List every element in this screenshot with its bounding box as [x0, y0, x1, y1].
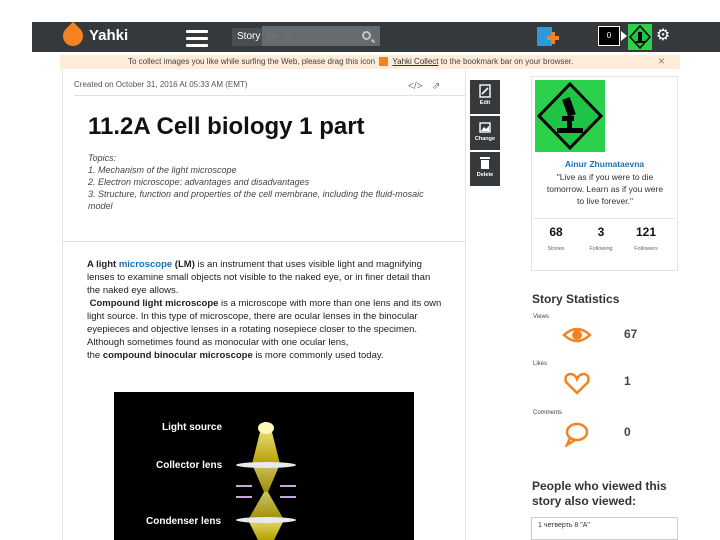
- light-beam: [252, 432, 280, 464]
- topic-item: 2. Electron microscope: advantages and d…: [88, 177, 310, 187]
- followers-count[interactable]: 121 Followers: [623, 225, 669, 252]
- notice-text: To collect images you like while surfing…: [128, 57, 376, 66]
- diagram-label: Light source: [162, 422, 222, 433]
- logo-text[interactable]: Yahki: [89, 27, 128, 44]
- edit-button[interactable]: Edit: [470, 80, 500, 114]
- views-value: 67: [624, 327, 638, 341]
- page: Yahki Story 0 ⚙ To collect images you li…: [0, 0, 720, 540]
- trash-icon: [480, 157, 490, 169]
- delete-button[interactable]: Delete: [470, 152, 500, 186]
- likes-label: Likes: [533, 361, 548, 367]
- change-label: Change: [474, 136, 496, 142]
- condenser-lens: [236, 517, 296, 523]
- gear-icon[interactable]: ⚙: [655, 28, 671, 44]
- paragraph: A light microscope (LM) is an instrument…: [87, 259, 431, 296]
- story-body: A light microscope (LM) is an instrument…: [87, 258, 442, 362]
- microscope-diagram: Light source Collector lens Condenser le…: [114, 392, 414, 540]
- profile-avatar[interactable]: [535, 80, 605, 152]
- profile-name[interactable]: Ainur Zhumataevna: [531, 159, 678, 169]
- diagram-label: Condenser lens: [146, 516, 221, 527]
- collect-icon[interactable]: [379, 57, 389, 67]
- topic-item: 1. Mechanism of the light microscope: [88, 165, 237, 175]
- paragraph: the compound binocular microscope is mor…: [87, 350, 384, 361]
- edit-label: Edit: [479, 100, 491, 106]
- views-label: Views: [533, 314, 549, 320]
- light-beam: [248, 492, 284, 520]
- profile-quote: "Live as if you were to die tomorrow. Le…: [546, 172, 664, 206]
- hamburger-menu-icon[interactable]: [186, 26, 208, 48]
- divider: [62, 241, 466, 242]
- comments-value: 0: [624, 425, 631, 439]
- topic-item: 3. Structure, function and properties of…: [88, 189, 424, 211]
- paragraph: Although sometimes found as monocular wi…: [87, 337, 349, 348]
- collector-lens: [236, 462, 296, 468]
- heart-icon: [564, 372, 590, 395]
- divider: [534, 218, 675, 219]
- close-icon[interactable]: ×: [658, 54, 665, 68]
- collect-link[interactable]: Yahki Collect: [392, 57, 438, 66]
- comment-icon: [564, 422, 589, 447]
- also-viewed-heading: People who viewed this story also viewed…: [532, 479, 667, 508]
- add-story-icon[interactable]: [537, 25, 559, 48]
- yahki-logo-icon[interactable]: [58, 21, 88, 51]
- notice-text-end: to the bookmark bar on your browser.: [440, 57, 574, 66]
- delete-label: Delete: [476, 172, 494, 178]
- light-source-bulb: [258, 422, 274, 434]
- stories-count[interactable]: 68 Stories: [533, 225, 579, 252]
- share-icon[interactable]: ⇗: [432, 81, 440, 92]
- bookmark-notice: To collect images you like while surfing…: [60, 55, 680, 69]
- microscope-link[interactable]: microscope: [119, 259, 172, 270]
- change-image-button[interactable]: Change: [470, 116, 500, 150]
- paragraph: Compound light microscope is a microscop…: [87, 298, 442, 335]
- image-icon: [479, 122, 491, 133]
- diagram-label: Collector lens: [156, 460, 223, 471]
- search-icon[interactable]: [362, 31, 371, 40]
- embed-icon[interactable]: </>: [408, 81, 422, 92]
- notification-count-badge[interactable]: 0: [598, 26, 620, 46]
- user-avatar[interactable]: [628, 24, 652, 50]
- likes-value: 1: [624, 374, 631, 388]
- arrow-icon: [621, 31, 627, 41]
- story-statistics-heading: Story Statistics: [532, 292, 620, 306]
- light-beam: [252, 464, 280, 492]
- eye-icon: [562, 327, 592, 343]
- topics-list: Topics: 1. Mechanism of the light micros…: [88, 152, 448, 212]
- top-navbar: Yahki Story 0 ⚙: [32, 21, 720, 52]
- search-scope-label[interactable]: Story: [232, 28, 262, 46]
- comments-label: Comments: [533, 410, 563, 416]
- topics-heading: Topics:: [88, 153, 117, 163]
- edit-icon: [479, 84, 491, 98]
- also-viewed-item[interactable]: 1 четверть 8 "А": [531, 517, 678, 540]
- following-count[interactable]: 3 Following: [578, 225, 624, 252]
- story-title: 11.2A Cell biology 1 part: [88, 113, 365, 140]
